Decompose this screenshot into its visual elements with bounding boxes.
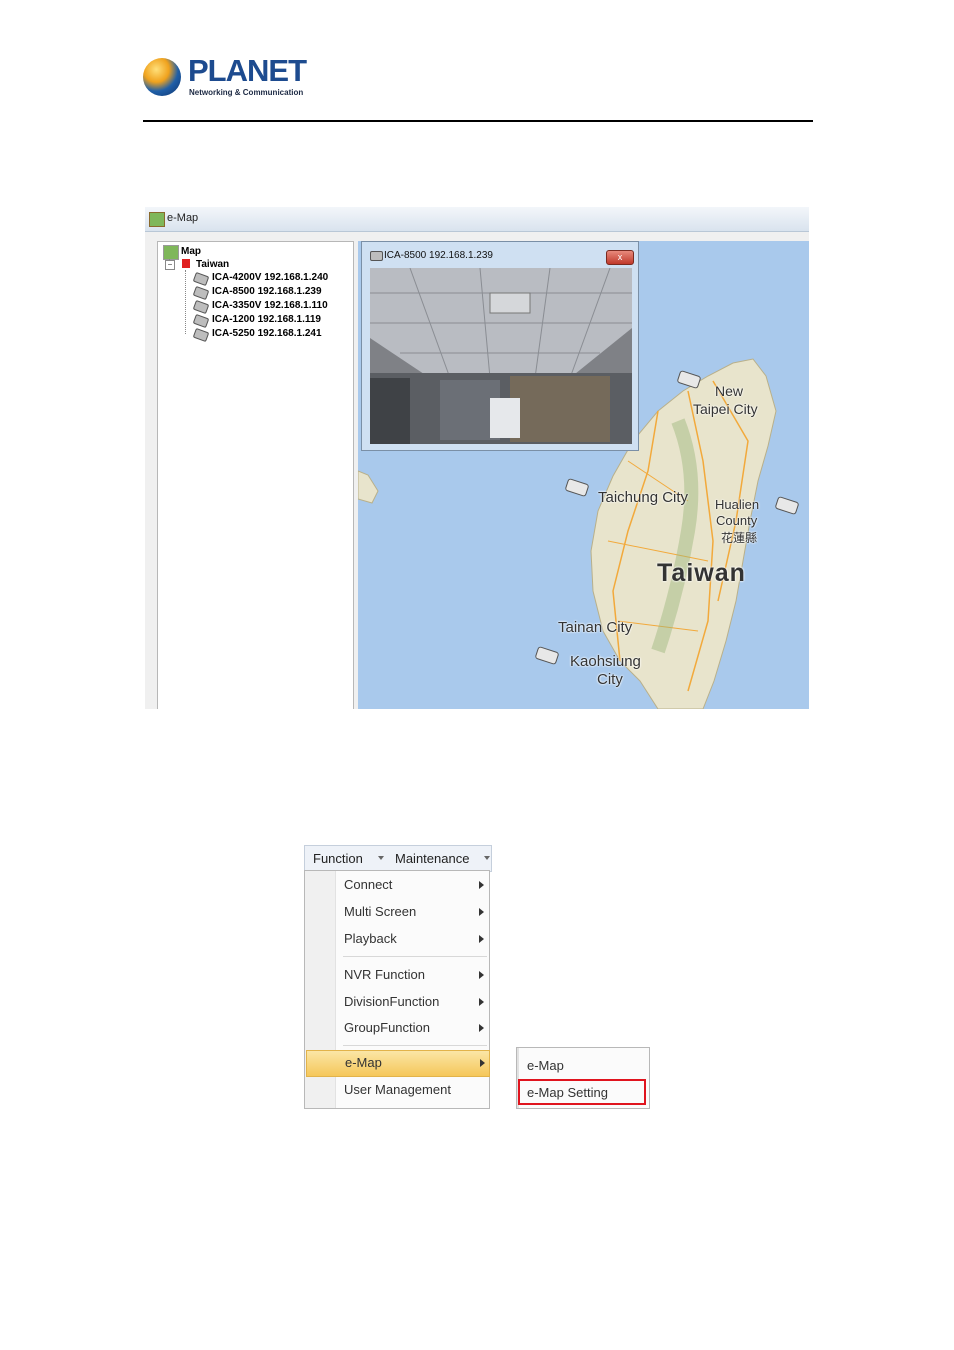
menu-label: GroupFunction bbox=[344, 1020, 430, 1035]
camera-icon bbox=[192, 271, 210, 287]
map-label-taiwan: Taiwan bbox=[657, 559, 746, 587]
map-label-new-taipei: Taipei City bbox=[693, 401, 758, 417]
menu-label: Multi Screen bbox=[344, 904, 417, 919]
chevron-right-icon bbox=[479, 881, 484, 889]
brand-tagline: Networking & Communication bbox=[189, 88, 304, 97]
menu-item-division-function[interactable]: DivisionFunction bbox=[306, 990, 488, 1015]
menu-label: DivisionFunction bbox=[344, 994, 440, 1009]
chevron-right-icon bbox=[479, 1024, 484, 1032]
window-title: e-Map bbox=[167, 212, 199, 224]
device-tree: Map − Taiwan ICA-4200V 192.168.1.240 ICA… bbox=[157, 241, 354, 709]
map-label-new-taipei: New bbox=[715, 383, 744, 399]
chevron-right-icon bbox=[480, 1059, 485, 1067]
close-button[interactable]: x bbox=[606, 250, 634, 265]
chevron-right-icon bbox=[479, 971, 484, 979]
menu-label: User Management bbox=[344, 1082, 451, 1097]
menu-function[interactable]: Function bbox=[313, 846, 363, 871]
chevron-down-icon bbox=[378, 856, 384, 860]
menu-label: Playback bbox=[344, 931, 397, 946]
camera-label: ICA-4200V 192.168.1.240 bbox=[212, 272, 329, 283]
menu-separator bbox=[343, 956, 487, 957]
chevron-down-icon bbox=[484, 856, 490, 860]
submenu-item-emap[interactable]: e-Map bbox=[527, 1058, 564, 1073]
globe-icon bbox=[143, 58, 181, 96]
menu-item-multi-screen[interactable]: Multi Screen bbox=[306, 900, 488, 925]
function-menu-screenshot: Function Maintenance Connect Multi Scree… bbox=[304, 845, 650, 1110]
camera-label: ICA-3350V 192.168.1.110 bbox=[212, 300, 328, 311]
camera-preview-popup[interactable]: ICA-8500 192.168.1.239 x bbox=[361, 241, 639, 451]
map-label-taichung: Taichung City bbox=[598, 489, 689, 506]
menu-maintenance[interactable]: Maintenance bbox=[395, 846, 469, 871]
menu-item-playback[interactable]: Playback bbox=[306, 927, 488, 952]
function-dropdown: Connect Multi Screen Playback NVR Functi… bbox=[304, 870, 490, 1109]
tree-connector bbox=[185, 270, 186, 334]
menu-item-group-function[interactable]: GroupFunction bbox=[306, 1016, 488, 1041]
chevron-right-icon bbox=[479, 908, 484, 916]
tree-root-label: Map bbox=[181, 246, 201, 257]
collapse-icon[interactable]: − bbox=[165, 260, 175, 270]
camera-label: ICA-1200 192.168.1.119 bbox=[212, 314, 321, 325]
map-label-hualien: County bbox=[716, 513, 758, 528]
menu-separator bbox=[343, 1045, 487, 1046]
planet-logo: PLANET Networking & Communication bbox=[143, 53, 307, 99]
highlight-box bbox=[518, 1079, 646, 1105]
chevron-right-icon bbox=[479, 935, 484, 943]
emap-submenu: e-Map e-Map Setting bbox=[516, 1047, 650, 1109]
camera-label: ICA-8500 192.168.1.239 bbox=[212, 286, 322, 297]
map-label-kaohsiung: Kaohsiung bbox=[570, 653, 641, 670]
menu-item-nvr-function[interactable]: NVR Function bbox=[306, 963, 488, 988]
map-icon bbox=[149, 212, 165, 227]
menu-item-connect[interactable]: Connect bbox=[306, 873, 488, 898]
camera-icon bbox=[192, 313, 210, 329]
video-frame bbox=[370, 268, 632, 444]
map-icon bbox=[163, 245, 179, 260]
map-label-tainan: Tainan City bbox=[558, 619, 633, 636]
menu-item-user-management[interactable]: User Management bbox=[306, 1078, 488, 1103]
camera-label: ICA-5250 192.168.1.241 bbox=[212, 328, 322, 339]
brand-name: PLANET bbox=[188, 53, 307, 88]
tree-region-taiwan[interactable]: Taiwan bbox=[196, 259, 229, 270]
map-label-kaohsiung: City bbox=[597, 671, 623, 688]
camera-icon bbox=[192, 299, 210, 315]
menu-label: Connect bbox=[344, 877, 393, 892]
preview-title: ICA-8500 192.168.1.239 bbox=[384, 250, 493, 261]
camera-icon bbox=[370, 251, 383, 261]
menu-label: e-Map bbox=[345, 1055, 382, 1070]
map-label-hualien: 花蓮縣 bbox=[721, 531, 758, 545]
camera-icon bbox=[192, 327, 210, 343]
flag-icon bbox=[182, 259, 190, 268]
window-titlebar: e-Map bbox=[145, 207, 809, 232]
camera-video-feed bbox=[370, 268, 632, 444]
menu-item-emap[interactable]: e-Map bbox=[306, 1050, 490, 1077]
emap-window-screenshot: e-Map Map − Taiwan ICA-4200V 192.168.1.2… bbox=[145, 207, 809, 709]
camera-icon bbox=[192, 285, 210, 301]
menu-label: NVR Function bbox=[344, 967, 425, 982]
map-label-hualien: Hualien bbox=[715, 497, 760, 512]
menubar: Function Maintenance bbox=[304, 845, 492, 872]
chevron-right-icon bbox=[479, 998, 484, 1006]
header-divider bbox=[143, 120, 813, 122]
